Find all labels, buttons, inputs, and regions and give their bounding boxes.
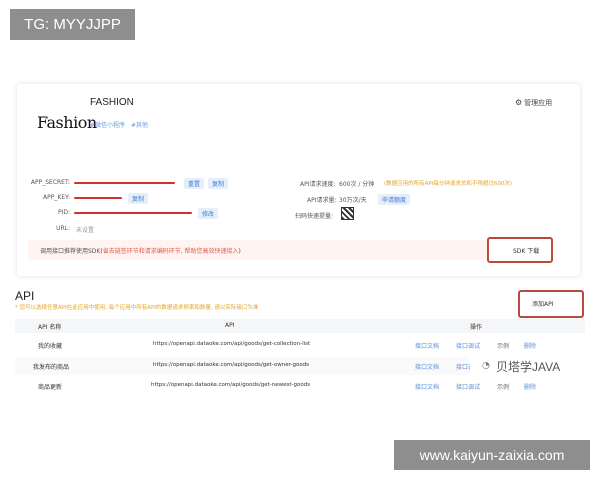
gear-icon: ⚙ (515, 98, 523, 107)
app-key-redacted (74, 197, 122, 199)
api-delete-link[interactable]: 删除 (524, 341, 536, 350)
api-volume-label: API请求量: (307, 197, 337, 204)
qr-quick-label: 扫码快速提量: (295, 213, 334, 220)
app-secret-label: APP_SECRET: (30, 179, 70, 186)
api-speed-note: (数据应用的所有API每分钟请求总和不得超过600次) (384, 181, 512, 187)
api-table-header (15, 319, 585, 333)
sdk-notice-end: ) (238, 248, 241, 255)
col-api: API (225, 322, 235, 329)
col-api-name: API 名称 (38, 324, 62, 331)
sdk-notice-hint: 省去链签环节和请求编码环节, 帮助您高效快速接入 (102, 248, 239, 255)
qr-code-icon[interactable] (341, 207, 354, 220)
manage-app-label: 管理应用 (524, 99, 553, 107)
api-debug-link[interactable]: 接口调试 (456, 341, 480, 350)
row-api-url: https://openapi.dataoke.com/api/goods/ge… (151, 382, 311, 388)
row-api-url: https://openapi.dataoke.com/api/goods/ge… (153, 362, 310, 368)
wechat-icon: ◔ (482, 361, 490, 371)
pid-redacted (74, 212, 192, 214)
api-example-link[interactable]: 示例 (497, 341, 509, 350)
row-api-name: 我的收藏 (38, 343, 63, 350)
bottom-url-overlay: www.kaiyun-zaixia.com (394, 440, 590, 470)
modify-pid-button[interactable]: 修改 (198, 208, 219, 219)
copy-key-button[interactable]: 复制 (128, 193, 149, 204)
url-label: URL: (56, 225, 70, 232)
top-tag-overlay: TG: MYYJJPP (10, 9, 135, 40)
sdk-notice-text: 调用接口推荐使用SDK(省去链签环节和请求编码环节, 帮助您高效快速接入) (40, 246, 241, 255)
api-example-link[interactable]: 示例 (497, 382, 509, 391)
sdk-notice-main: 调用接口推荐使用SDK( (40, 248, 103, 255)
manage-app-button[interactable]: ⚙ 管理应用 (515, 98, 552, 108)
reset-secret-button[interactable]: 重置 (184, 178, 205, 189)
row-api-url: https://openapi.dataoke.com/api/goods/ge… (153, 341, 311, 347)
api-section-title: API (15, 289, 35, 303)
app-logo: Fashion (37, 113, 97, 132)
row-api-name: 我发布的商品 (33, 364, 70, 371)
api-doc-link[interactable]: 接口文档 (415, 382, 439, 391)
app-tag-other[interactable]: #其他 (131, 120, 148, 129)
api-doc-link[interactable]: 接口文档 (415, 362, 439, 371)
apply-quota-button[interactable]: 申请额度 (378, 194, 411, 205)
add-api-label: 添加API (532, 301, 554, 308)
api-debug-link[interactable]: 接口调试 (456, 382, 480, 391)
api-volume-value: 30万次/天 (339, 197, 367, 204)
app-tag-miniprogram[interactable]: #微信小程序 (90, 120, 125, 129)
sdk-download-label: SDK 下载 (513, 248, 540, 255)
app-key-label: APP_KEY: (43, 194, 70, 201)
api-section-hint: * 您可以选择任意API在此应用中使用, 每个应用中所有API的数据请求频率和数… (15, 305, 259, 311)
pid-label: PID: (57, 209, 70, 216)
api-doc-link[interactable]: 接口文档 (415, 341, 439, 350)
api-delete-link[interactable]: 删除 (524, 382, 536, 391)
api-speed-value: 600次 / 分钟 (339, 181, 375, 188)
api-speed-label: API请求速度: (300, 181, 336, 188)
row-api-name: 商品更新 (38, 384, 63, 391)
app-name: FASHION (90, 97, 134, 108)
url-value: 未设置 (76, 227, 95, 234)
watermark-text: 贝塔学JAVA (496, 360, 561, 374)
copy-secret-button[interactable]: 复制 (208, 178, 229, 189)
app-secret-redacted (74, 182, 175, 184)
col-actions: 操作 (470, 324, 483, 331)
